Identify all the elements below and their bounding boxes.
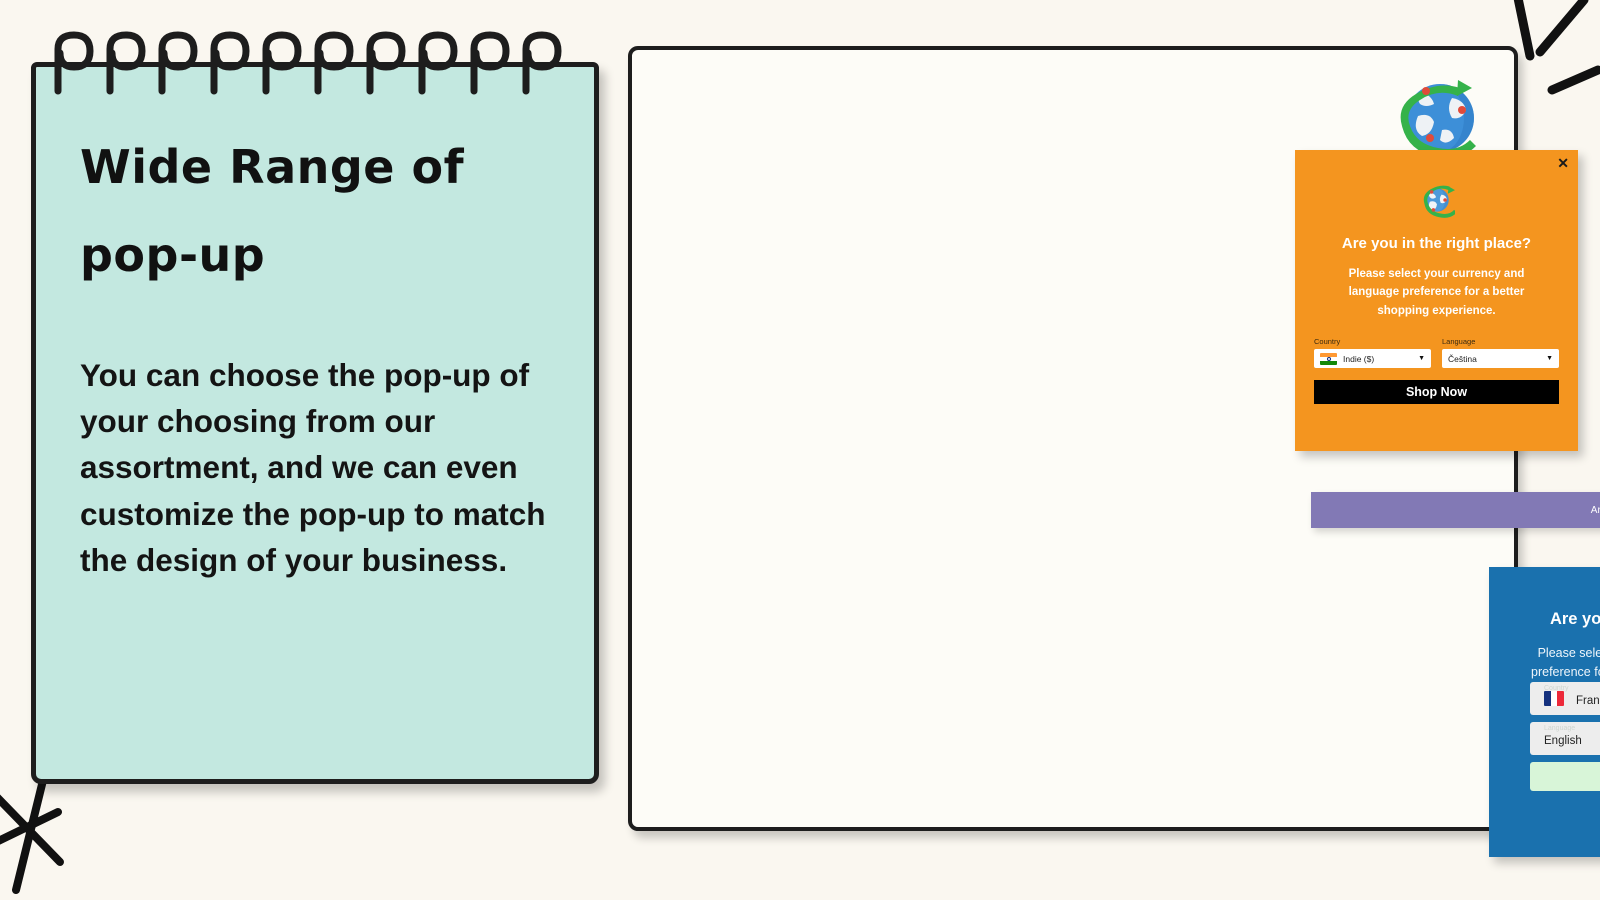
popup-orange: ✕ Are you in the right place? Please sel… bbox=[1295, 150, 1578, 451]
popup-banner-purple: Are you in the right place? Country Fran… bbox=[1311, 492, 1600, 528]
country-field-group: Country Indie ($) ▼ bbox=[1314, 337, 1431, 369]
language-select[interactable]: Čeština ▼ bbox=[1442, 349, 1559, 369]
language-label: Language bbox=[1442, 337, 1476, 347]
country-select[interactable]: Country France ($) ⌄ bbox=[1530, 681, 1600, 715]
country-label: Country bbox=[1314, 337, 1341, 347]
notepad-panel: Wide Range of pop-up You can choose the … bbox=[31, 31, 599, 784]
language-select[interactable]: Language English ⌄ bbox=[1530, 721, 1600, 755]
popup-subtitle: Please select your currency and language… bbox=[1531, 646, 1600, 679]
slide-canvas: Wide Range of pop-up You can choose the … bbox=[0, 0, 1600, 900]
chevron-down-icon: ▼ bbox=[1546, 355, 1553, 363]
globe-emoji-icon bbox=[1423, 185, 1455, 218]
chevron-down-icon: ▼ bbox=[1418, 355, 1425, 363]
france-flag-icon bbox=[1544, 690, 1564, 706]
country-select[interactable]: Indie ($) ▼ bbox=[1314, 349, 1431, 369]
shop-now-button[interactable]: Shop Now bbox=[1314, 380, 1559, 405]
page-title-line1: Wide Range of bbox=[80, 140, 465, 194]
shop-there-button[interactable]: Shop There → bbox=[1530, 761, 1600, 791]
page-body-text: You can choose the pop-up of your choosi… bbox=[80, 356, 546, 578]
language-value: English bbox=[1544, 734, 1582, 747]
country-value: France ($) bbox=[1576, 694, 1600, 707]
banner-text: Are you in the right place? bbox=[1590, 504, 1600, 516]
language-label: Language bbox=[1544, 724, 1576, 732]
india-flag-icon bbox=[1320, 352, 1337, 365]
close-icon[interactable]: ✕ bbox=[1557, 156, 1569, 170]
language-field-group: Language Čeština ▼ bbox=[1442, 337, 1559, 369]
popup-blue: ✕ Are you in the right place? Please sel… bbox=[1489, 567, 1600, 857]
screenshot-card: ✕ Are you in the right place? Please sel… bbox=[628, 46, 1600, 857]
popup-fields: Country Indie ($) ▼ Language Čeština ▼ bbox=[1314, 337, 1559, 369]
popup-subtitle: Please select your currency and language… bbox=[1348, 268, 1525, 317]
page-title: Wide Range of pop-up bbox=[80, 123, 556, 300]
language-value: Čeština bbox=[1448, 353, 1477, 364]
page-title-line2: pop-up bbox=[80, 228, 266, 283]
popup-title: Are you in the right place? bbox=[1341, 235, 1532, 252]
popup-title: Are you in the right place? bbox=[1549, 610, 1600, 628]
country-value: Indie ($) bbox=[1343, 353, 1375, 364]
